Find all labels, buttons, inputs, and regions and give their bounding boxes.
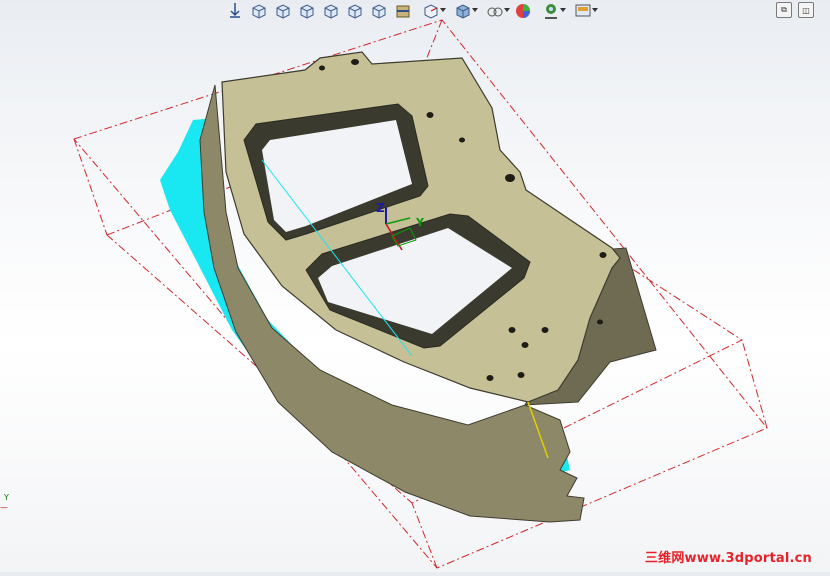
back-view-icon[interactable] bbox=[272, 0, 294, 22]
view-triad-x-label: — bbox=[0, 503, 8, 512]
view-triad-y-label: Y bbox=[4, 493, 9, 502]
chevron-down-icon bbox=[560, 8, 566, 12]
chevron-down-icon bbox=[504, 8, 510, 12]
hide-show-items-icon[interactable] bbox=[480, 0, 510, 22]
restore-viewport-button[interactable]: ⧉ bbox=[776, 2, 792, 18]
top-view-icon[interactable] bbox=[344, 0, 366, 22]
graphics-area[interactable]: Z Y ⧉ ◫ Y — 三维网www.3dportal.cn bbox=[0, 0, 830, 572]
right-view-icon[interactable] bbox=[320, 0, 342, 22]
triad-z-label: Z bbox=[376, 201, 385, 215]
left-view-icon[interactable] bbox=[296, 0, 318, 22]
chevron-down-icon bbox=[592, 8, 598, 12]
display-style-icon[interactable] bbox=[448, 0, 478, 22]
view-settings-icon[interactable] bbox=[568, 0, 598, 22]
view-selector-icon[interactable] bbox=[416, 0, 446, 22]
triad-y-label: Y bbox=[415, 216, 425, 229]
viewport-window-controls: ⧉ ◫ bbox=[776, 2, 814, 18]
bottom-view-icon[interactable] bbox=[368, 0, 390, 22]
front-view-icon[interactable] bbox=[248, 0, 270, 22]
view-orientation-icon[interactable] bbox=[224, 0, 246, 22]
model-viewport-svg[interactable]: Z Y bbox=[0, 0, 830, 572]
chevron-down-icon bbox=[472, 8, 478, 12]
chevron-down-icon bbox=[440, 8, 446, 12]
section-view-icon[interactable] bbox=[392, 0, 414, 22]
heads-up-view-toolbar bbox=[224, 0, 598, 22]
apply-scene-icon[interactable] bbox=[536, 0, 566, 22]
split-viewport-button[interactable]: ◫ bbox=[798, 2, 814, 18]
edit-appearance-icon[interactable] bbox=[512, 0, 534, 22]
watermark-text: 三维网www.3dportal.cn bbox=[644, 551, 812, 566]
